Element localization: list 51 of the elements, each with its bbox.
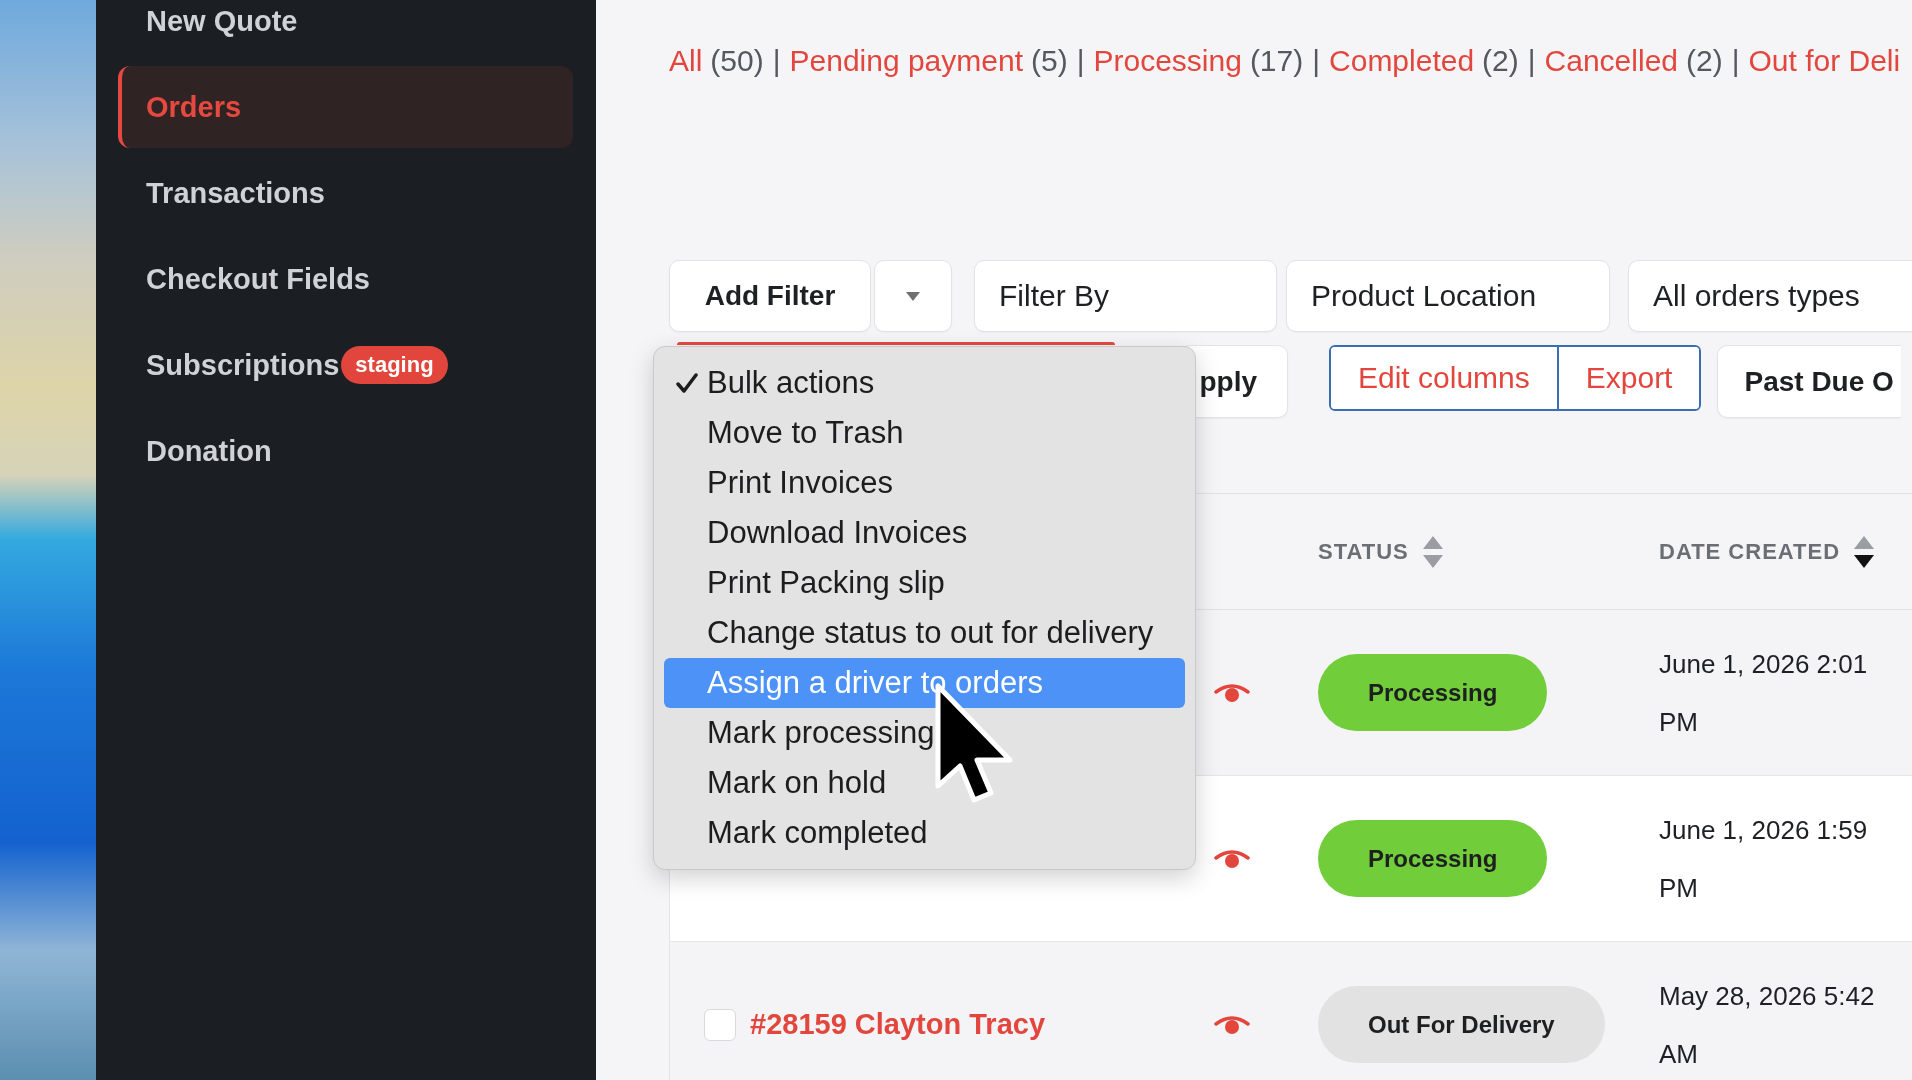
menu-item[interactable]: Mark on hold (664, 758, 1185, 808)
sidebar-item[interactable]: Checkout Fields (118, 238, 573, 320)
status-count: (50) (710, 44, 764, 78)
column-header[interactable]: DATE CREATED (1659, 535, 1875, 568)
menu-item[interactable]: Mark processing (664, 708, 1185, 758)
menu-item[interactable]: Mark completed (664, 808, 1185, 858)
sidebar-item[interactable]: Subscriptions staging (118, 324, 573, 406)
sidebar-item[interactable]: Donation (118, 410, 573, 492)
separator: | (1731, 44, 1740, 78)
filter-select[interactable]: All orders types (1628, 260, 1912, 332)
status-filter-link[interactable]: Cancelled (1544, 44, 1678, 78)
filter-select[interactable]: Filter By (974, 260, 1277, 332)
sidebar-item[interactable]: Orders (118, 66, 573, 148)
date-created-text: June 1, 2026 2:01 PM (1659, 647, 1869, 739)
status-filter-link[interactable]: Pending payment (789, 44, 1023, 78)
caret-icon (906, 291, 920, 301)
separator: | (1527, 44, 1536, 78)
separator: | (1312, 44, 1321, 78)
menu-item[interactable]: Download Invoices (664, 508, 1185, 558)
status-tag: Out For Delivery (1318, 986, 1605, 1063)
past-due-button[interactable]: Past Due O (1717, 345, 1902, 418)
sidebar-item[interactable]: New Quote (118, 0, 573, 62)
column-header[interactable]: STATUS (1318, 535, 1443, 568)
status-tag: Processing (1318, 820, 1548, 897)
filter-select[interactable]: Product Location (1286, 260, 1610, 332)
table-action-button[interactable]: Export (1556, 347, 1700, 409)
order-link[interactable]: #28159 Clayton Tracy (750, 1008, 1045, 1041)
eye-icon[interactable] (1214, 1014, 1250, 1035)
row-checkbox[interactable] (704, 1008, 736, 1041)
status-filter-link[interactable]: All (669, 44, 703, 78)
date-created-text: May 28, 2026 5:42 AM (1659, 979, 1876, 1071)
add-filter-button[interactable]: Add Filter (669, 260, 871, 332)
status-filter-link[interactable]: Completed (1329, 44, 1475, 78)
status-tag: Processing (1318, 654, 1548, 731)
status-filter-link[interactable]: Out for Deli (1748, 44, 1901, 78)
menu-item[interactable]: Print Packing slip (664, 558, 1185, 608)
status-count: (5) (1031, 44, 1068, 78)
status-filter-link[interactable]: Processing (1093, 44, 1242, 78)
status-count: (2) (1482, 44, 1519, 78)
status-count: (2) (1686, 44, 1723, 78)
date-created-text: June 1, 2026 1:59 PM (1659, 813, 1869, 905)
menu-item[interactable]: Change status to out for delivery (664, 608, 1185, 658)
sidebar-item[interactable]: Transactions (118, 152, 573, 234)
separator: | (772, 44, 781, 78)
checkmark-icon (676, 372, 698, 394)
menu-item[interactable]: Print Invoices (664, 458, 1185, 508)
eye-icon[interactable] (1214, 682, 1250, 703)
eye-icon[interactable] (1214, 848, 1250, 869)
staging-badge: staging (341, 346, 448, 384)
separator: | (1076, 44, 1085, 78)
status-count: (17) (1249, 44, 1304, 78)
